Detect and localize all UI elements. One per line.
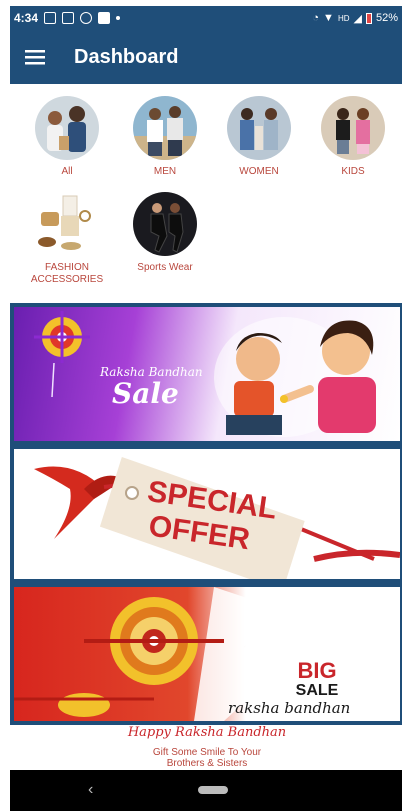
category-grid: All MEN WOMEN KIDS FASHION ACCESSORIES S… <box>10 84 402 298</box>
big-sale-text: BIG SALE <box>272 658 362 701</box>
special-offer-banner[interactable]: SPECIAL OFFER <box>14 449 400 579</box>
category-label: MEN <box>153 166 177 177</box>
banner-slot: Happy Raksha Bandhan Gift Some Smile To … <box>10 725 402 770</box>
category-women[interactable]: WOMEN <box>214 96 304 178</box>
big-sale-banner[interactable]: BIG SALE raksha bandhan <box>14 587 400 721</box>
banner-line-1: BIG <box>297 658 337 683</box>
notification-icon <box>44 12 57 24</box>
network-type: HD <box>337 13 350 23</box>
banner-line-2: Brothers & Sisters <box>166 758 248 766</box>
category-image <box>133 192 197 256</box>
category-label: All <box>61 166 73 177</box>
battery-icon <box>365 12 372 24</box>
raksha-bandhan-sale-banner[interactable]: Raksha Bandhan Sale <box>14 307 400 441</box>
page-title: Dashboard <box>74 45 179 68</box>
banner-slot: BIG SALE raksha bandhan <box>10 583 402 725</box>
banner-slot: SPECIAL OFFER <box>10 445 402 583</box>
wifi-icon: ▼ <box>323 12 334 24</box>
message-icon <box>98 12 111 24</box>
category-all[interactable]: All <box>22 96 112 178</box>
banner-slot: Raksha Bandhan Sale <box>10 303 402 445</box>
notification-icon <box>62 12 75 24</box>
menu-button[interactable] <box>10 30 60 84</box>
banner-title: Happy Raksha Bandhan <box>127 725 287 740</box>
category-men[interactable]: MEN <box>120 96 210 178</box>
category-sports-wear[interactable]: Sports Wear <box>120 192 210 274</box>
battery-percent: 52% <box>375 12 398 24</box>
category-image <box>133 96 197 160</box>
category-label: WOMEN <box>239 166 279 177</box>
banner-line-2: SALE <box>295 682 339 699</box>
category-image <box>35 96 99 160</box>
signal-icon: ◢ <box>353 12 362 25</box>
category-fashion-accessories[interactable]: FASHION ACCESSORIES <box>22 192 112 286</box>
system-nav-bar: ‹ <box>10 770 402 811</box>
more-notifications-icon <box>116 16 121 20</box>
home-pill-icon[interactable] <box>198 786 228 794</box>
banner-subtitle: Gift Some Smile To Your Brothers & Siste… <box>14 747 400 766</box>
status-time: 4:34 <box>14 11 39 25</box>
category-image <box>227 96 291 160</box>
category-label: FASHION ACCESSORIES <box>30 262 104 285</box>
banner-script-text: raksha bandhan <box>228 699 351 717</box>
happy-raksha-bandhan-banner[interactable]: Happy Raksha Bandhan Gift Some Smile To … <box>14 725 400 766</box>
category-image <box>35 192 99 256</box>
alarm-icon: ◔ <box>312 12 320 24</box>
category-label: KIDS <box>341 166 365 177</box>
banner-headline: Sale <box>112 377 179 410</box>
sync-icon <box>80 12 93 24</box>
category-label: Sports Wear <box>137 262 193 273</box>
banner-line-1: Gift Some Smile To Your <box>152 747 262 758</box>
back-chevron-icon[interactable]: ‹ <box>88 781 93 799</box>
status-bar: 4:34 ◔ ▼ HD ◢ 52% <box>10 6 402 30</box>
category-kids[interactable]: KIDS <box>308 96 398 178</box>
category-image <box>321 96 385 160</box>
app-bar: Dashboard <box>10 30 402 84</box>
rakhi-illustration <box>34 311 376 437</box>
hamburger-menu-icon <box>25 50 45 65</box>
